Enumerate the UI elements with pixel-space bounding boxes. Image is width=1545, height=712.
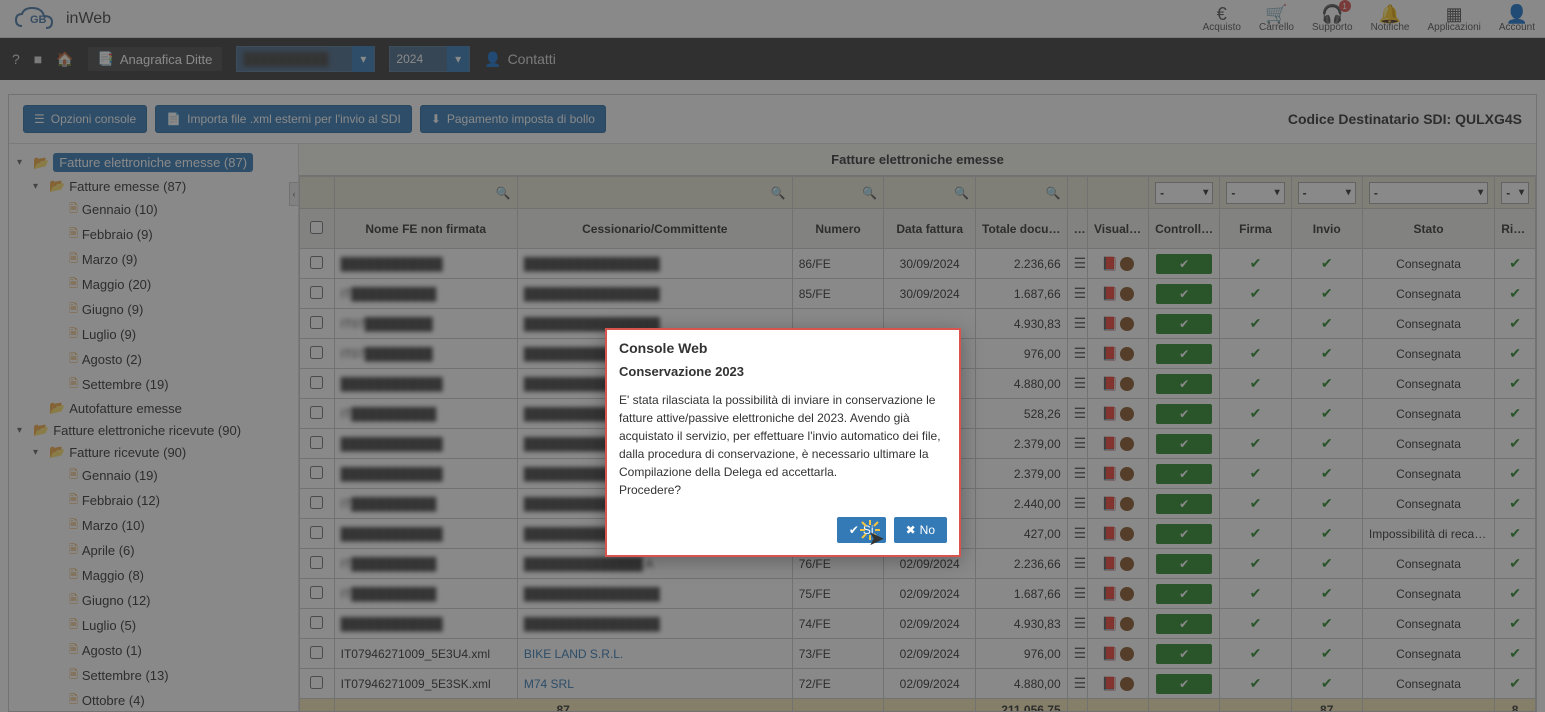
modal-si-button[interactable]: ✔ Si [837, 517, 886, 543]
modal-body: E' stata rilasciata la possibilità di in… [607, 387, 959, 509]
modal-no-button[interactable]: ✖ No [894, 517, 947, 543]
close-icon: ✖ [906, 523, 916, 537]
conservazione-modal: Console Web Conservazione 2023 E' stata … [605, 328, 961, 557]
check-icon: ✔ [849, 523, 859, 537]
modal-subtitle: Conservazione 2023 [607, 362, 959, 387]
modal-title: Console Web [607, 330, 959, 362]
